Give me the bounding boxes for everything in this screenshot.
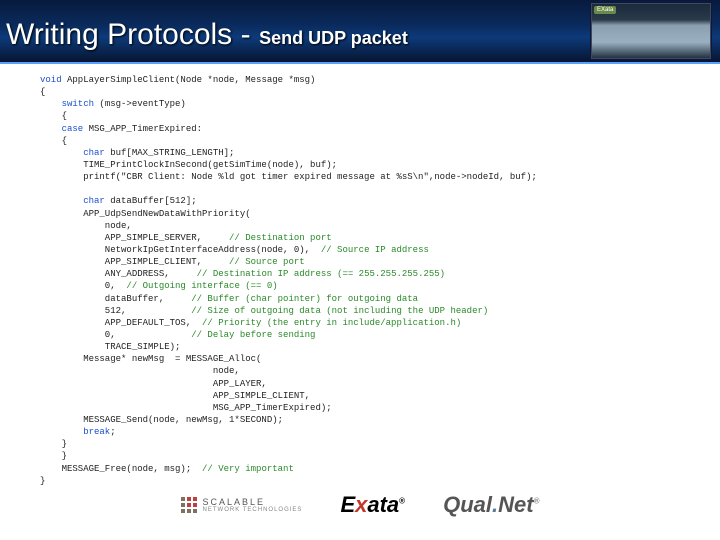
scalable-text: SCALABLE NETWORK TECHNOLOGIES	[203, 497, 303, 513]
title-separator: -	[241, 18, 251, 51]
registered-icon: ®	[399, 497, 405, 506]
code-keyword: void	[40, 75, 62, 85]
code-text: Message* newMsg = MESSAGE_Alloc(	[40, 354, 261, 364]
code-text: buf[MAX_STRING_LENGTH];	[105, 148, 235, 158]
code-comment: // Destination IP address (== 255.255.25…	[197, 269, 445, 279]
code-keyword: char	[40, 196, 105, 206]
code-text: 512,	[40, 306, 191, 316]
code-keyword: break	[40, 427, 110, 437]
title-main: Writing Protocols	[6, 18, 232, 51]
title-subtitle: Send UDP packet	[259, 28, 408, 48]
code-text: NetworkIpGetInterfaceAddress(node, 0),	[40, 245, 321, 255]
code-block: void AppLayerSimpleClient(Node *node, Me…	[40, 74, 700, 487]
code-text: MESSAGE_Free(node, msg);	[40, 464, 202, 474]
code-text: APP_LAYER,	[40, 379, 267, 389]
slide-title: Writing Protocols - Send UDP packet	[6, 18, 408, 52]
code-text: APP_SIMPLE_SERVER,	[40, 233, 229, 243]
slide-header: EXata Writing Protocols - Send UDP packe…	[0, 0, 720, 64]
code-comment: // Delay before sending	[191, 330, 315, 340]
code-keyword: case	[40, 124, 83, 134]
scalable-text-top: SCALABLE	[203, 497, 266, 507]
exata-x: x	[355, 492, 367, 517]
code-text: {	[40, 136, 67, 146]
exata-text: ata	[367, 492, 399, 517]
qualnet-text: Net	[498, 492, 533, 517]
code-keyword: switch	[40, 99, 94, 109]
logo-qualnet: Qual.Net®	[443, 492, 539, 518]
logo-exata: Exata®	[340, 492, 405, 518]
code-text: 0,	[40, 281, 126, 291]
footer-logos: SCALABLE NETWORK TECHNOLOGIES Exata® Qua…	[0, 480, 720, 530]
code-text: ANY_ADDRESS,	[40, 269, 197, 279]
corner-thumbnail: EXata	[590, 2, 712, 60]
qualnet-text: Qual	[443, 492, 492, 517]
exata-text: E	[340, 492, 355, 517]
code-comment: // Very important	[202, 464, 294, 474]
code-text: 0,	[40, 330, 191, 340]
code-comment: // Priority (the entry in include/applic…	[202, 318, 461, 328]
code-comment: // Source port	[229, 257, 305, 267]
code-text: dataBuffer[512];	[105, 196, 197, 206]
code-text: printf("CBR Client: Node %ld got timer e…	[40, 172, 537, 182]
code-text: TRACE_SIMPLE);	[40, 342, 180, 352]
code-text: MSG_APP_TimerExpired);	[40, 403, 332, 413]
code-comment: // Destination port	[229, 233, 332, 243]
code-text: APP_DEFAULT_TOS,	[40, 318, 202, 328]
code-text: node,	[40, 366, 240, 376]
code-text: dataBuffer,	[40, 294, 191, 304]
registered-icon: ®	[534, 497, 540, 506]
code-text: AppLayerSimpleClient(Node *node, Message…	[62, 75, 316, 85]
code-text: APP_SIMPLE_CLIENT,	[40, 257, 229, 267]
code-text: APP_UdpSendNewDataWithPriority(	[40, 209, 251, 219]
code-text: }	[40, 439, 67, 449]
code-text: MESSAGE_Send(node, newMsg, 1*SECOND);	[40, 415, 283, 425]
scalable-icon	[181, 497, 197, 513]
code-text: MSG_APP_TimerExpired:	[83, 124, 202, 134]
code-text: {	[40, 87, 45, 97]
code-comment: // Size of outgoing data (not including …	[191, 306, 488, 316]
code-text: (msg->eventType)	[94, 99, 186, 109]
code-text: {	[40, 111, 67, 121]
scalable-text-bottom: NETWORK TECHNOLOGIES	[203, 507, 303, 513]
code-keyword: char	[40, 148, 105, 158]
code-text: ;	[110, 427, 115, 437]
thumbnail-tag: EXata	[594, 6, 616, 14]
code-comment: // Source IP address	[321, 245, 429, 255]
logo-scalable: SCALABLE NETWORK TECHNOLOGIES	[181, 497, 303, 513]
code-text: node,	[40, 221, 132, 231]
code-text: TIME_PrintClockInSecond(getSimTime(node)…	[40, 160, 337, 170]
code-comment: // Outgoing interface (== 0)	[126, 281, 277, 291]
code-text: APP_SIMPLE_CLIENT,	[40, 391, 310, 401]
code-text: }	[40, 451, 67, 461]
code-comment: // Buffer (char pointer) for outgoing da…	[191, 294, 418, 304]
